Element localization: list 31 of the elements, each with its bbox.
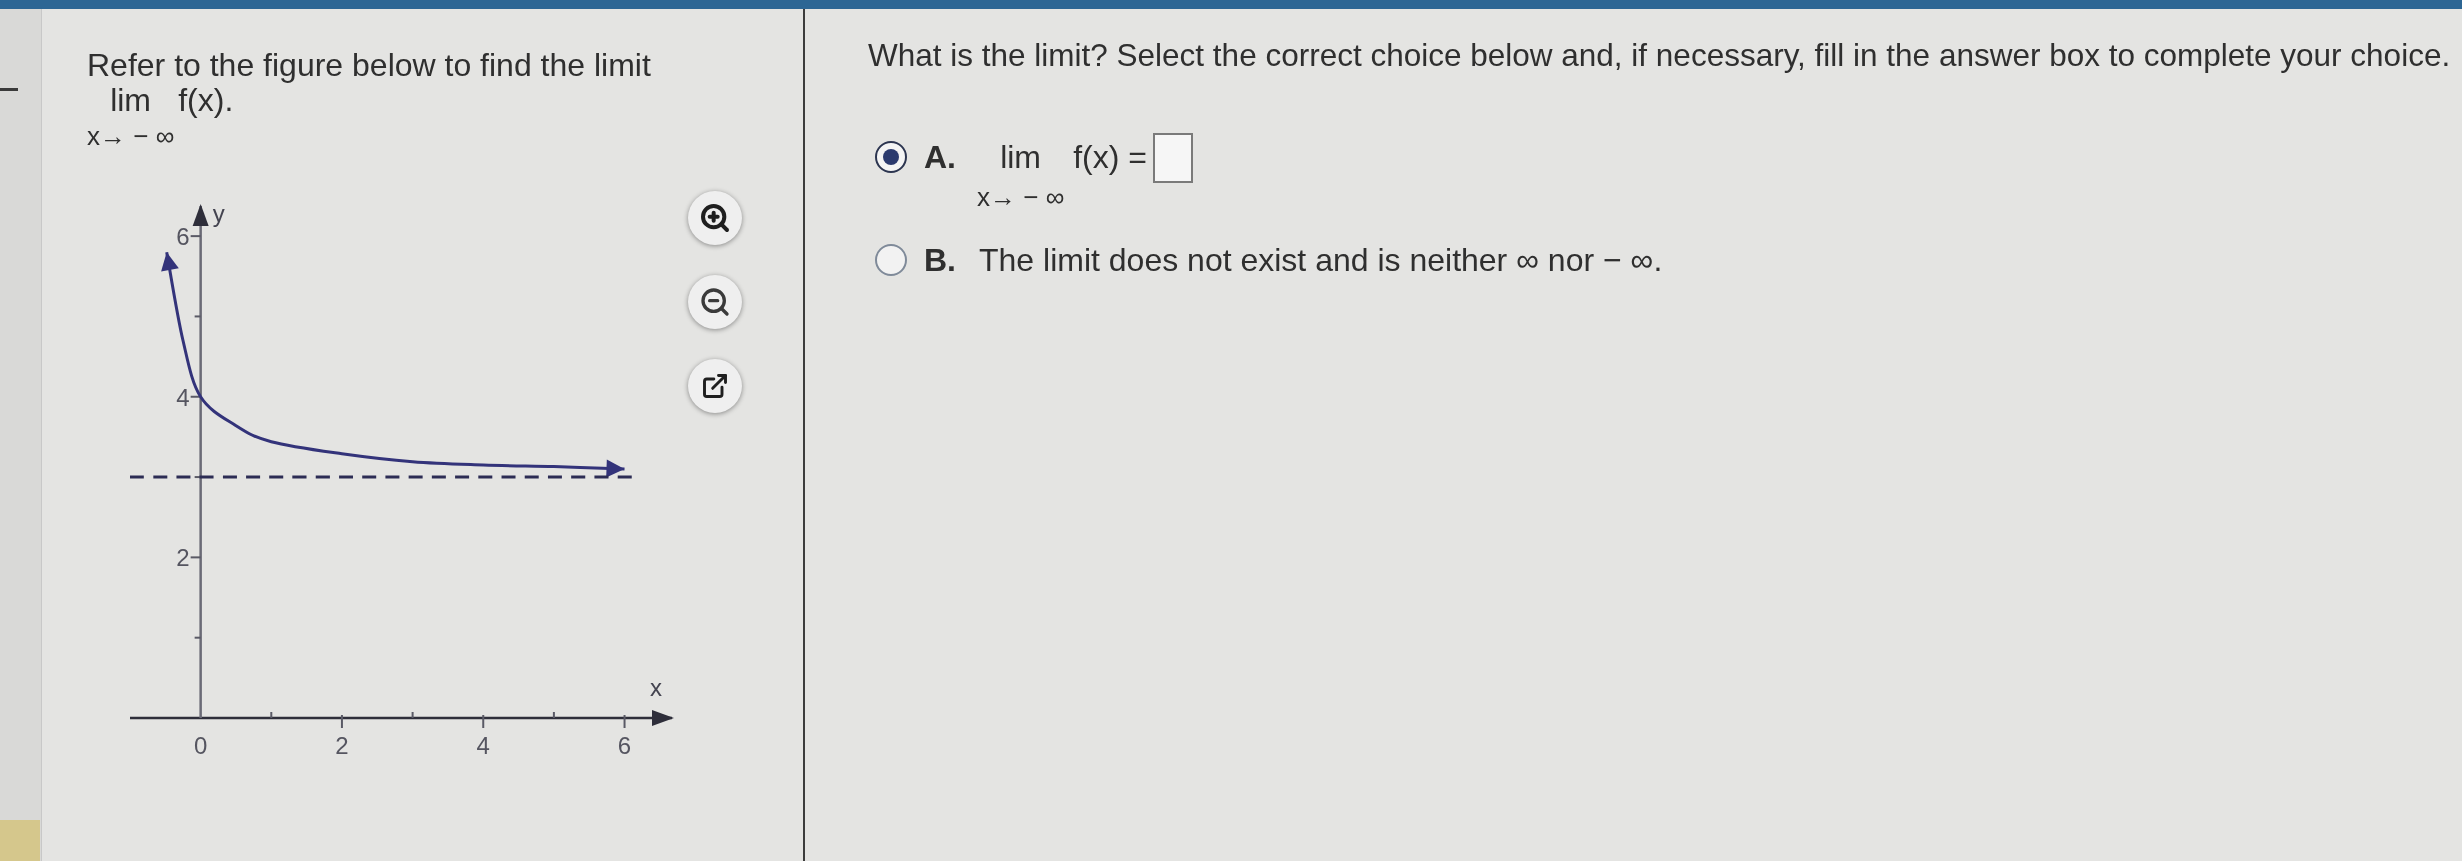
tick-label: 4 xyxy=(176,383,190,411)
zoom-in-icon xyxy=(699,202,731,234)
gutter-marker xyxy=(0,88,18,91)
tick-label: 4 xyxy=(476,732,490,759)
limit-operator: lim xyxy=(1000,140,1041,174)
tick-label: 6 xyxy=(617,732,632,759)
zoom-out-button[interactable] xyxy=(688,275,742,329)
tick-label: 2 xyxy=(176,544,190,572)
choice-letter: A. xyxy=(924,140,956,174)
limit-subscript: x→ − ∞ xyxy=(977,182,1065,212)
choice-letter: B. xyxy=(924,243,956,277)
tick-label: 2 xyxy=(335,732,349,759)
answer-box[interactable] xyxy=(1152,133,1193,183)
limit-subscript: x→ − ∞ xyxy=(87,121,175,151)
function-text: f(x). xyxy=(178,83,234,117)
radio-button[interactable] xyxy=(875,244,907,276)
function-text: f(x) = xyxy=(1073,140,1147,174)
zoom-out-icon xyxy=(699,286,731,318)
zoom-in-button[interactable] xyxy=(688,191,742,245)
choice-text: The limit does not exist and is neither ∞ nor − ∞. xyxy=(979,243,1663,277)
radio-button[interactable] xyxy=(875,141,907,173)
axis-label: x xyxy=(650,674,662,701)
tick-label: 0 xyxy=(193,732,208,759)
prompt-text: Refer to the figure below to find the limit xyxy=(87,47,652,83)
gutter-block xyxy=(0,820,40,861)
external-link-icon xyxy=(701,372,729,400)
tick-label: 6 xyxy=(176,223,190,251)
external-link-button[interactable] xyxy=(688,359,742,413)
axis-label: y xyxy=(212,200,225,227)
question-text: What is the limit? Select the correct choice below and, if necessary, fill in the answer box to complete your choice. xyxy=(868,37,2452,73)
limit-operator: lim xyxy=(110,83,151,117)
